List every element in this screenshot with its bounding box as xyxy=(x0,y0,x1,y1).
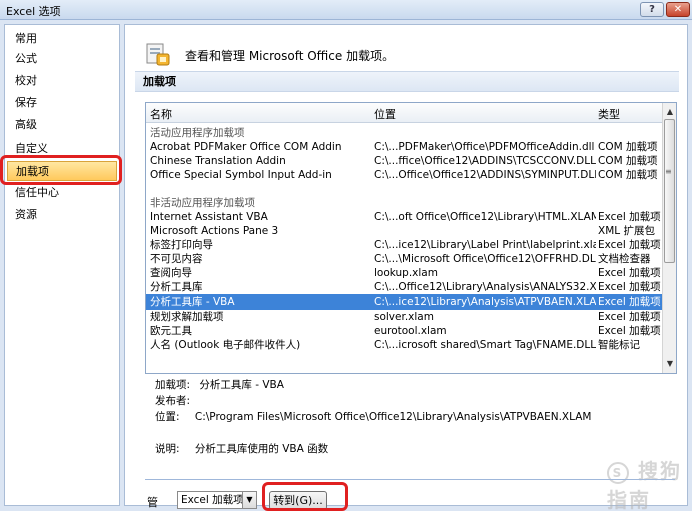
addin-location: C:\...oft Office\Office12\Library\HTML.X… xyxy=(374,211,596,223)
panel-header-text: 查看和管理 Microsoft Office 加载项。 xyxy=(185,49,395,63)
addin-type: XML 扩展包 xyxy=(598,225,655,237)
addin-location: C:\...ice12\Library\Analysis\ATPVBAEN.XL… xyxy=(374,296,596,308)
detail-location-label: 位置: xyxy=(155,411,180,423)
addin-location: C:\...Office12\Library\Analysis\ANALYS32… xyxy=(374,281,596,293)
watermark-logo: S xyxy=(607,461,629,484)
sidebar-item-save[interactable]: 保存 xyxy=(7,93,117,113)
addin-location: C:\...\Microsoft Office\Office12\OFFRHD.… xyxy=(374,253,596,265)
group-label: 非活动应用程序加载项 xyxy=(150,197,255,209)
addin-location: C:\...ffice\Office12\ADDINS\TCSCCONV.DLL xyxy=(374,155,596,167)
watermark: S 搜狗指南 xyxy=(607,455,687,511)
table-row[interactable]: Internet Assistant VBA C:\...oft Office\… xyxy=(146,210,662,224)
addin-location: eurotool.xlam xyxy=(374,325,447,337)
group-label: 活动应用程序加载项 xyxy=(150,127,245,139)
column-header-name[interactable]: 名称 xyxy=(150,106,172,122)
addin-type: Excel 加载项 xyxy=(598,239,661,251)
addin-name: 不可见内容 xyxy=(150,253,203,265)
scrollbar-thumb[interactable] xyxy=(664,119,675,263)
highlight-oval-addins xyxy=(0,155,122,185)
window-title: Excel 选项 xyxy=(6,5,61,18)
addin-name: Acrobat PDFMaker Office COM Addin xyxy=(150,141,342,153)
table-row[interactable]: 人名 (Outlook 电子邮件收件人) C:\...icrosoft shar… xyxy=(146,338,662,352)
addin-type: Excel 加载项 xyxy=(598,267,661,279)
addin-name: 规划求解加载项 xyxy=(150,311,224,323)
column-header-location[interactable]: 位置 xyxy=(374,106,396,122)
addin-location: C:\...PDFMaker\Office\PDFMOfficeAddin.dl… xyxy=(374,141,595,153)
addin-type: 文档检查器 xyxy=(598,253,651,265)
addin-type: Excel 加载项 xyxy=(598,211,661,223)
table-row[interactable]: 标签打印向导 C:\...ice12\Library\Label Print\l… xyxy=(146,238,662,252)
panel-header: 查看和管理 Microsoft Office 加载项。 xyxy=(139,35,659,71)
addin-icon xyxy=(146,43,170,66)
detail-description-value: 分析工具库使用的 VBA 函数 xyxy=(194,443,329,455)
table-row[interactable]: Microsoft Actions Pane 3 XML 扩展包 xyxy=(146,224,662,238)
addin-type: COM 加载项 xyxy=(598,141,658,153)
list-header: 名称 位置 类型 xyxy=(146,103,662,123)
addin-name: 查阅向导 xyxy=(150,267,192,279)
table-row[interactable]: 查阅向导 lookup.xlam Excel 加载项 xyxy=(146,266,662,280)
title-bar: Excel 选项 ? ✕ xyxy=(0,0,692,20)
addin-type: Excel 加载项 xyxy=(598,296,661,308)
addin-type: COM 加载项 xyxy=(598,169,658,181)
manage-select-value: Excel 加载项 xyxy=(181,494,244,506)
addin-type: Excel 加载项 xyxy=(598,325,661,337)
addin-name: Office Special Symbol Input Add-in xyxy=(150,169,332,181)
column-header-type[interactable]: 类型 xyxy=(598,106,620,122)
addin-name: Microsoft Actions Pane 3 xyxy=(150,225,279,237)
close-button[interactable]: ✕ xyxy=(666,2,690,17)
scroll-down-icon[interactable]: ▼ xyxy=(663,357,676,371)
sidebar-item-general[interactable]: 常用 xyxy=(7,29,117,49)
sidebar: 常用 公式 校对 保存 高级 自定义 加载项 信任中心 资源 xyxy=(4,24,120,506)
table-row[interactable]: Chinese Translation Addin C:\...ffice\Of… xyxy=(146,154,662,168)
table-row[interactable]: 分析工具库 C:\...Office12\Library\Analysis\AN… xyxy=(146,280,662,294)
detail-addin-label: 加载项: xyxy=(155,379,191,391)
detail-addin-value: 分析工具库 - VBA xyxy=(199,379,284,391)
sidebar-item-resources[interactable]: 资源 xyxy=(7,205,117,225)
addin-name: 分析工具库 - VBA xyxy=(150,296,235,308)
highlight-oval-go xyxy=(262,482,348,511)
addin-name: Chinese Translation Addin xyxy=(150,155,286,167)
help-button[interactable]: ? xyxy=(640,2,664,17)
table-row[interactable]: Office Special Symbol Input Add-in C:\..… xyxy=(146,168,662,182)
detail-description-label: 说明: xyxy=(155,443,180,455)
sidebar-item-proofing[interactable]: 校对 xyxy=(7,71,117,91)
addin-location: C:\...icrosoft shared\Smart Tag\FNAME.DL… xyxy=(374,339,596,351)
sidebar-item-formulas[interactable]: 公式 xyxy=(7,49,117,69)
detail-publisher-label: 发布者: xyxy=(155,395,191,407)
table-row[interactable]: 欧元工具 eurotool.xlam Excel 加载项 xyxy=(146,324,662,338)
list-group-header-inactive: 非活动应用程序加载项 xyxy=(146,196,662,210)
manage-select[interactable]: Excel 加载项 ▼ xyxy=(177,491,257,509)
addin-name: 标签打印向导 xyxy=(150,239,213,251)
table-row[interactable]: 不可见内容 C:\...\Microsoft Office\Office12\O… xyxy=(146,252,662,266)
addin-location: solver.xlam xyxy=(374,311,434,323)
addin-name: 欧元工具 xyxy=(150,325,192,337)
table-row[interactable]: 规划求解加载项 solver.xlam Excel 加载项 xyxy=(146,310,662,324)
addin-location: C:\...ice12\Library\Label Print\labelpri… xyxy=(374,239,596,251)
scroll-grip-icon: ≡ xyxy=(665,167,672,176)
addin-type: 智能标记 xyxy=(598,339,640,351)
addins-list[interactable]: 名称 位置 类型 活动应用程序加载项 Acrobat PDFMaker Offi… xyxy=(145,102,677,374)
sidebar-item-trust-center[interactable]: 信任中心 xyxy=(7,183,117,203)
manage-label: 管理: xyxy=(147,496,158,509)
addin-type: COM 加载项 xyxy=(598,155,658,167)
section-title: 加载项 xyxy=(135,71,679,92)
divider xyxy=(145,479,675,480)
table-row[interactable]: Acrobat PDFMaker Office COM Addin C:\...… xyxy=(146,140,662,154)
addin-location: C:\...Office\Office12\ADDINS\SYMINPUT.DL… xyxy=(374,169,596,181)
addin-name: Internet Assistant VBA xyxy=(150,211,268,223)
list-scrollbar[interactable]: ▲ ≡ ▼ xyxy=(662,103,676,373)
addin-type: Excel 加载项 xyxy=(598,311,661,323)
main-panel: 查看和管理 Microsoft Office 加载项。 加载项 名称 位置 类型… xyxy=(124,24,688,511)
addin-name: 人名 (Outlook 电子邮件收件人) xyxy=(150,339,301,351)
scroll-up-icon[interactable]: ▲ xyxy=(663,105,676,119)
chevron-down-icon[interactable]: ▼ xyxy=(242,492,256,508)
detail-location-value: C:\Program Files\Microsoft Office\Office… xyxy=(194,411,592,423)
sidebar-item-advanced[interactable]: 高级 xyxy=(7,115,117,135)
addin-type: Excel 加载项 xyxy=(598,281,661,293)
list-group-header-active: 活动应用程序加载项 xyxy=(146,126,662,140)
addin-name: 分析工具库 xyxy=(150,281,203,293)
table-row-selected[interactable]: 分析工具库 - VBA C:\...ice12\Library\Analysis… xyxy=(146,294,662,310)
addin-location: lookup.xlam xyxy=(374,267,438,279)
